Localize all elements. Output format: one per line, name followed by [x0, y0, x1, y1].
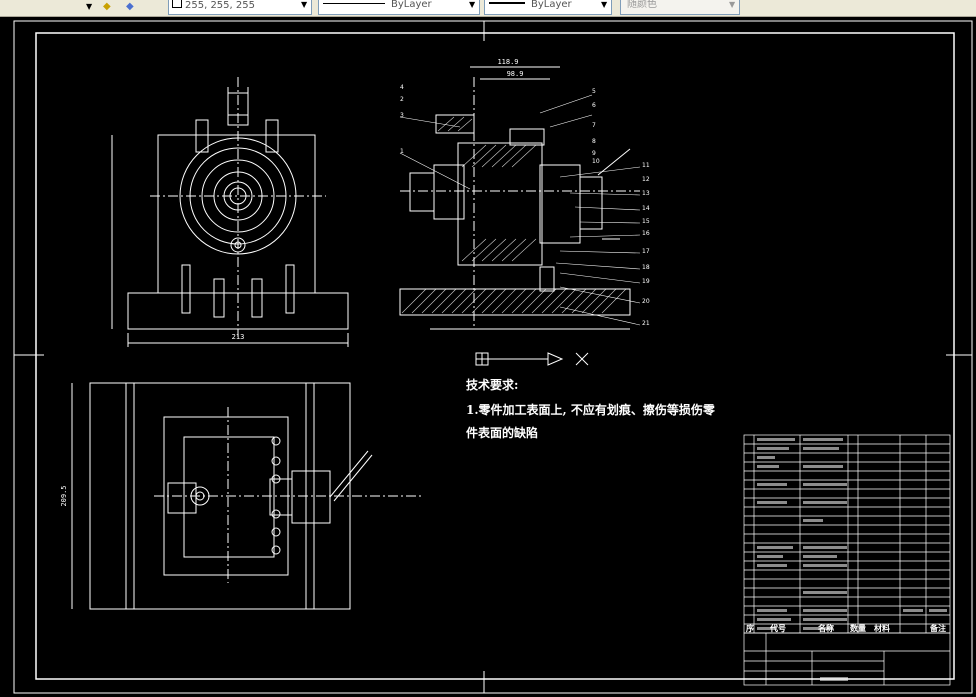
table-header-seq: 序	[746, 623, 754, 633]
part-balloon-6: 6	[592, 102, 596, 109]
part-balloon-11: 11	[642, 162, 650, 169]
part-balloon-13: 13	[642, 190, 650, 197]
part-balloon-12: 12	[642, 176, 650, 183]
linetype-control-combo[interactable]: ByLayer ▼	[318, 0, 480, 15]
part-balloon-15: 15	[642, 218, 650, 225]
linetype-preview	[323, 3, 385, 4]
tech-requirements-heading: 技术要求:	[466, 377, 518, 392]
layer-state-icon[interactable]: ◆	[103, 0, 121, 14]
part-balloon-14: 14	[642, 205, 650, 212]
lineweight-control-combo[interactable]: ByLayer ▼	[484, 0, 612, 15]
color-swatch-icon	[172, 0, 182, 8]
part-balloon-10: 10	[592, 158, 600, 165]
part-balloons: 123456789101112131415161718192021	[400, 84, 650, 327]
front-width-dim: 213	[232, 333, 245, 341]
chevron-down-icon[interactable]: ▼	[729, 0, 735, 12]
part-balloon-17: 17	[642, 248, 650, 255]
section-hatching	[401, 116, 627, 314]
top-view	[71, 382, 424, 610]
front-view	[111, 77, 349, 347]
plotstyle-value: 随颜色	[627, 0, 657, 10]
chevron-down-icon[interactable]: ▼	[601, 0, 607, 12]
table-header-material: 材料	[874, 623, 890, 633]
tech-requirements-line-1: 1.零件加工表面上, 不应有划痕、擦伤等损伤零	[466, 402, 716, 417]
section-view	[399, 66, 640, 330]
lineweight-value: ByLayer	[531, 0, 572, 10]
part-balloon-21: 21	[642, 320, 650, 327]
lineweight-preview	[489, 2, 525, 4]
part-balloon-2: 2	[400, 96, 404, 103]
left-height-dim: 209.5	[60, 485, 68, 506]
toolbar-dropdown-arrow[interactable]: ▼	[86, 0, 98, 14]
tech-requirements-line-2: 件表面的缺陷	[466, 425, 538, 440]
table-header-qty: 数量	[850, 623, 866, 633]
part-balloon-1: 1	[400, 148, 404, 155]
color-value: 255, 255, 255	[185, 0, 255, 11]
top-dim-b: 98.9	[507, 70, 524, 78]
linetype-value: ByLayer	[391, 0, 432, 10]
part-balloon-3: 3	[400, 112, 404, 119]
table-header-code: 代号	[769, 623, 786, 633]
chevron-down-icon[interactable]: ▼	[469, 0, 475, 12]
part-balloon-20: 20	[642, 298, 650, 305]
properties-toolbar: ▼ ◆ ◆ 255, 255, 255 ▼ ByLayer ▼ ByLayer …	[0, 0, 976, 17]
parts-list-table	[743, 434, 951, 686]
plotstyle-control-combo[interactable]: 随颜色 ▼	[620, 0, 740, 15]
part-balloon-9: 9	[592, 150, 596, 157]
ucs-icon	[475, 352, 589, 366]
table-header-note: 备注	[929, 623, 946, 633]
top-dim-a: 118.9	[497, 58, 518, 66]
part-balloon-8: 8	[592, 138, 596, 145]
part-balloon-7: 7	[592, 122, 596, 129]
parts-list-fill	[757, 438, 947, 681]
chevron-down-icon[interactable]: ▼	[301, 0, 307, 12]
part-balloon-5: 5	[592, 88, 596, 95]
part-balloon-4: 4	[400, 84, 404, 91]
color-control-combo[interactable]: 255, 255, 255 ▼	[168, 0, 312, 15]
part-balloon-16: 16	[642, 230, 650, 237]
part-balloon-18: 18	[642, 264, 650, 271]
drawing-canvas[interactable]: 213 118.9 98.9 技术要求: 1.零件加工表面上, 不应有划痕、擦伤…	[0, 17, 976, 697]
table-header-name: 名称	[818, 623, 834, 633]
layer-previous-icon[interactable]: ◆	[126, 0, 144, 14]
sheet-border	[35, 32, 955, 680]
part-balloon-19: 19	[642, 278, 650, 285]
